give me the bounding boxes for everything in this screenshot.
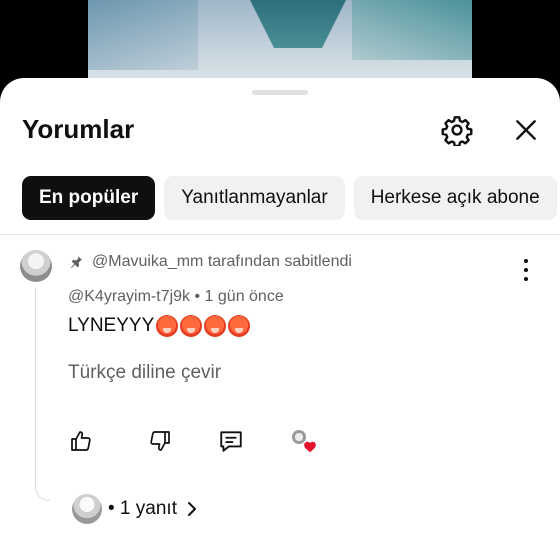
creator-heart	[290, 428, 316, 454]
video-frame-left	[88, 0, 198, 70]
sheet-title: Yorumlar	[22, 114, 135, 144]
close-button[interactable]	[508, 112, 544, 148]
chip-public-subscribers[interactable]: Herkese açık abone	[353, 176, 557, 220]
reply-avatar	[72, 494, 102, 524]
settings-button[interactable]	[439, 112, 475, 148]
dot	[524, 277, 528, 281]
translate-link[interactable]: Türkçe diline çevir	[68, 362, 221, 384]
hot-face-emoji-icon	[204, 315, 227, 337]
heart-icon	[304, 441, 316, 453]
video-frame-center	[250, 0, 346, 48]
dot	[524, 268, 528, 272]
thread-line	[35, 288, 50, 501]
comment-text: LYNEYYY	[68, 315, 252, 337]
like-button[interactable]	[68, 428, 94, 454]
thumbs-up-icon	[71, 431, 91, 451]
dislike-button[interactable]	[147, 428, 173, 454]
hot-face-emoji-icon	[228, 315, 251, 337]
pinned-text: @Mavuika_mm tarafından sabitlendi	[92, 253, 352, 270]
chevron-right-icon	[185, 500, 199, 518]
comment-meta: @K4yrayim-t7j9k • 1 gün önce	[68, 288, 284, 306]
reply-button[interactable]	[218, 428, 244, 454]
author-handle[interactable]: @K4yrayim-t7j9k	[68, 288, 190, 305]
replies-label: • 1 yanıt	[108, 498, 177, 519]
dot	[524, 259, 528, 263]
chip-unanswered[interactable]: Yanıtlanmayanlar	[164, 176, 345, 220]
pin-icon	[68, 254, 84, 270]
video-frame-right	[352, 0, 472, 60]
comment-time: • 1 gün önce	[194, 288, 284, 305]
hot-face-emoji-icon	[180, 315, 203, 337]
emoji-group	[156, 315, 252, 337]
hot-face-emoji-icon	[156, 315, 179, 337]
thumbs-down-icon	[150, 431, 170, 451]
comment-actions	[68, 428, 368, 456]
chip-popular[interactable]: En popüler	[22, 176, 156, 220]
filter-chips: En popüler Yanıtlanmayanlar Herkese açık a…	[22, 176, 560, 220]
more-options-button[interactable]	[516, 259, 536, 281]
view-replies-button[interactable]: • 1 yanıt	[108, 498, 199, 520]
gear-icon	[441, 116, 473, 146]
comment-icon	[220, 431, 242, 452]
pinned-label: @Mavuika_mm tarafından sabitlendi	[68, 253, 352, 271]
comments-sheet: Yorumlar En popüler Yanıtlanmayanlar Herke…	[0, 78, 560, 560]
close-icon	[516, 120, 536, 140]
divider	[0, 234, 560, 235]
avatar[interactable]	[20, 250, 52, 282]
comment-body: LYNEYYY	[68, 315, 155, 336]
drag-handle[interactable]	[252, 90, 308, 95]
